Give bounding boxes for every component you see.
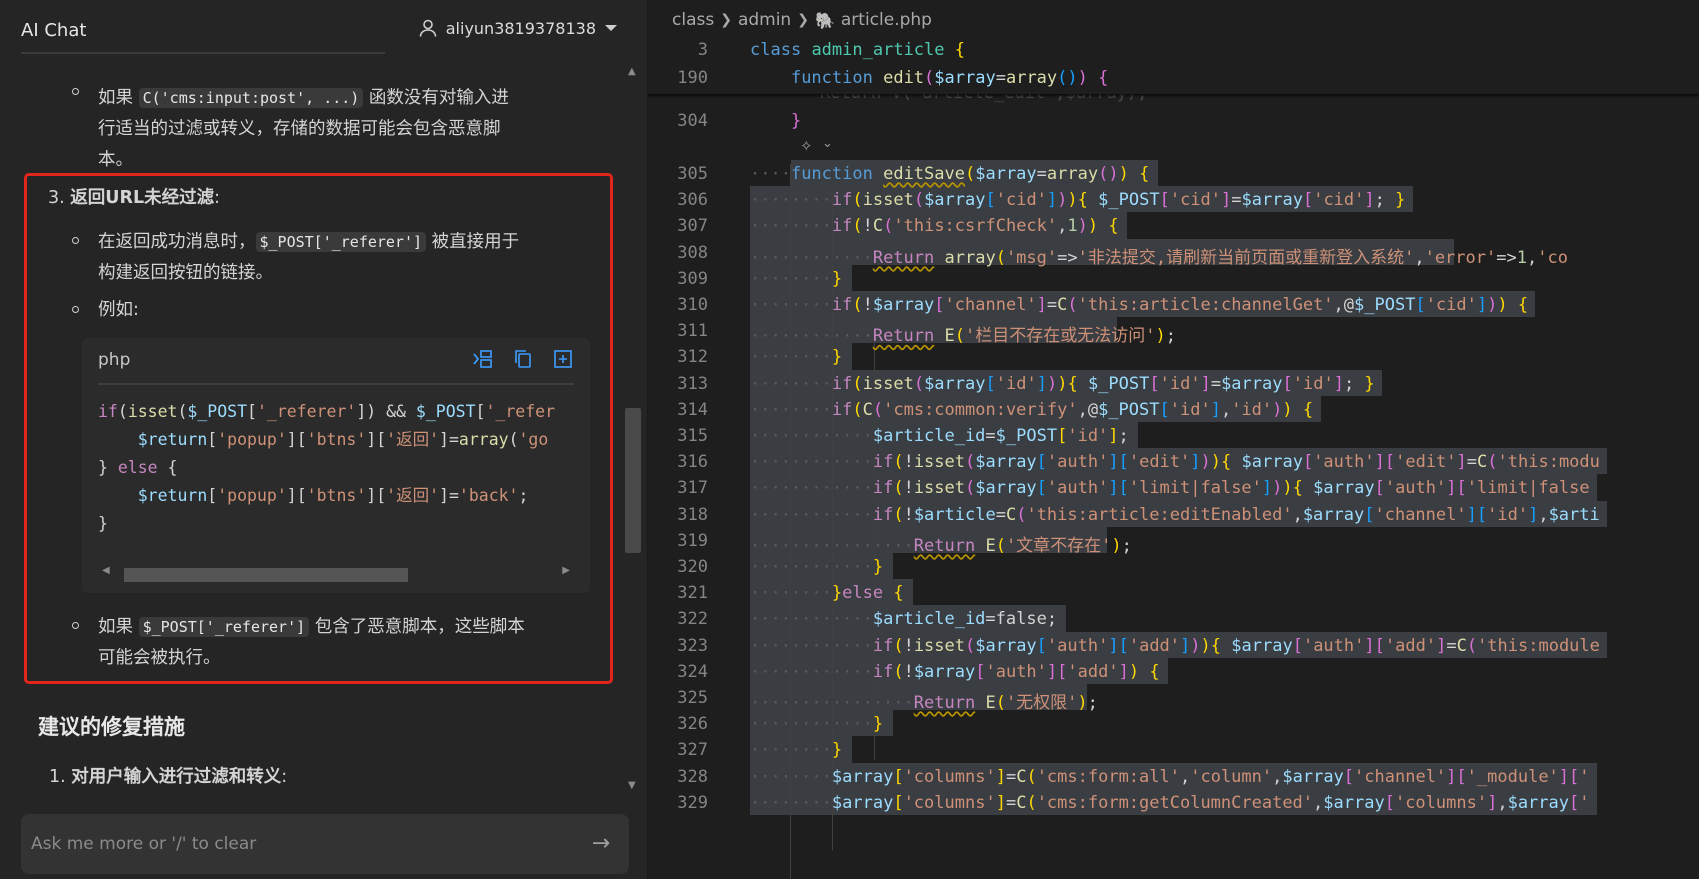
chat-tab-underline [21,52,385,54]
chat-input-box: → [21,814,629,874]
sticky-shadow [648,94,1699,98]
chat-title-tab[interactable]: AI Chat [21,20,86,41]
editor-vertical-scrollbar[interactable] [1693,94,1699,879]
line-number: 328 [677,766,708,787]
list-item-1: 1. 对用户输入进行过滤和转义: [49,763,287,788]
message-paragraph-line: 行适当的过滤或转义，存储的数据可能会包含恶意脚 [98,119,501,139]
code-line[interactable]: ············Return E('栏目不存在或无法访问'); [750,321,1176,346]
code-line[interactable]: ············} [750,714,883,734]
ai-chat-panel: AI Chat aliyun3819378138 如果 C('cms:input… [0,0,648,879]
code-line[interactable]: ············if(!isset($array['auth']['ed… [750,452,1600,472]
line-number: 322 [677,609,708,630]
chat-input[interactable] [31,828,571,860]
user-account-menu[interactable]: aliyun3819378138 [418,18,618,38]
line-number: 308 [677,242,708,263]
chevron-right-icon: ❯ [720,12,732,28]
user-icon [419,19,437,37]
list-number: 1. [49,767,66,787]
message-paragraph: 如果 C('cms:input:post', ...) 函数没有对输入进 [98,84,598,113]
code-line[interactable]: ········if(!$array['channel']=C('this:ar… [750,295,1528,315]
inline-code: C('cms:input:post', ...) [138,88,364,108]
code-line[interactable]: ········} [750,347,842,367]
code-line[interactable]: ········} [750,269,842,289]
section-heading: 建议的修复措施 [38,715,185,739]
breadcrumb-item[interactable]: class [672,10,714,30]
line-number: 305 [677,164,708,184]
code-editor: class ❯ admin ❯ 🐘 article.php Return V('… [648,0,1699,879]
breadcrumb: class ❯ admin ❯ 🐘 article.php [672,10,932,30]
line-number: 327 [677,740,708,761]
code-line[interactable]: ················Return E('文章不存在'); [750,531,1132,556]
line-number: 320 [677,557,708,577]
message-paragraph-line: 本。 [98,150,133,170]
chat-scrollbar-thumb[interactable] [625,408,641,553]
line-number: 309 [677,268,708,289]
code-line[interactable]: ········if(!C('this:csrfCheck',1)) { [750,216,1119,236]
send-arrow-icon[interactable]: → [587,830,615,858]
code-line[interactable]: ············if(!$article=C('this:article… [750,505,1600,525]
line-number: 325 [677,688,708,708]
code-line[interactable]: ········if(isset($array['id'])){ $_POST[… [750,374,1375,394]
line-number: 306 [677,190,708,211]
code-line[interactable]: ············if(!$array['auth']['add']) { [750,662,1160,682]
text: 如果 [98,88,133,108]
code-line[interactable]: ················Return E('无权限'); [750,688,1098,713]
code-line[interactable]: } [750,111,801,131]
chat-header: AI Chat aliyun3819378138 [0,0,648,58]
sticky-line[interactable]: class admin_article { [750,40,965,60]
chevron-down-icon [605,25,617,31]
chevron-down-icon[interactable]: ⌄ [822,136,833,151]
code-line[interactable]: ············$article_id=false; [750,609,1057,629]
line-number: 307 [677,216,708,237]
php-elephant-icon: 🐘 [814,10,835,30]
breadcrumb-item[interactable]: article.php [841,10,932,30]
line-number: 313 [677,373,708,394]
code-line[interactable]: ········if(isset($array['cid'])){ $_POST… [750,190,1405,210]
user-name: aliyun3819378138 [445,18,596,38]
breadcrumb-item[interactable]: admin [738,10,791,30]
line-number: 326 [677,714,708,735]
line-number: 190 [677,68,708,88]
code-line[interactable]: ········$array['columns']=C('cms:form:ge… [750,793,1590,813]
code-line[interactable]: ············if(!isset($array['auth']['li… [750,478,1590,498]
code-line[interactable]: ············if(!isset($array['auth']['ad… [750,636,1600,656]
scroll-down-icon[interactable]: ▼ [628,780,636,791]
sticky-line[interactable]: function edit($array=array()) { [750,68,1108,88]
line-number: 318 [677,504,708,525]
annotation-highlight-box [24,173,613,684]
list-item-title: 对用户输入进行过滤和转义 [71,767,282,787]
code-line[interactable]: ········}else { [750,583,904,603]
code-line[interactable]: ············Return array('msg'=>'非法提交,请刷… [750,243,1568,268]
line-number: 323 [677,635,708,656]
line-number: 311 [677,321,708,342]
sticky-scroll-header: 3 class admin_article { 190 function edi… [648,36,1699,94]
text: 函数没有对输入进 [368,88,509,108]
line-number: 316 [677,452,708,473]
line-number: 324 [677,661,708,682]
line-number: 329 [677,792,708,813]
line-number: 317 [677,478,708,499]
scroll-up-icon[interactable]: ▲ [628,66,636,77]
code-line[interactable]: ············} [750,557,883,577]
line-number: 319 [677,530,708,551]
list-bullet [72,88,79,95]
line-number: 310 [677,295,708,315]
chevron-right-icon: ❯ [797,12,809,28]
code-line[interactable]: ············$article_id=$_POST['id']; [750,426,1129,446]
line-number: 3 [697,40,708,60]
sparkle-icon[interactable]: ✧ [800,137,813,155]
code-line[interactable]: ····function editSave($array=array()) { [750,164,1149,184]
line-number: 304 [677,111,708,131]
line-number: 315 [677,426,708,446]
code-line[interactable]: ········if(C('cms:common:verify',@$_POST… [750,400,1313,420]
code-line[interactable]: ········$array['columns']=C('cms:form:al… [750,767,1590,787]
code-line[interactable]: ········} [750,740,842,760]
line-number: 312 [677,347,708,368]
text: : [281,767,288,787]
line-number: 321 [677,583,708,604]
line-number: 314 [677,399,708,420]
